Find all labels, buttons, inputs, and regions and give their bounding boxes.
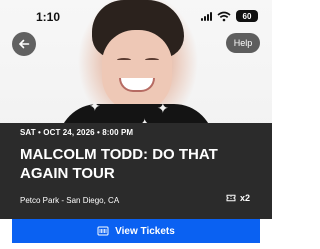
battery-level: 60	[242, 11, 252, 21]
ticket-count: x2	[239, 193, 250, 203]
view-tickets-button[interactable]: View Tickets	[12, 219, 260, 243]
event-card: SAT • OCT 24, 2026 • 8:00 PM MALCOLM TOD…	[0, 123, 272, 219]
status-time: 1:10	[36, 10, 61, 24]
battery-icon: 60	[236, 10, 258, 22]
signal-icon	[201, 11, 212, 21]
event-date: SAT • OCT 24, 2026 • 8:00 PM	[20, 128, 134, 137]
left-eye-shape	[117, 58, 131, 62]
star-icon: ✦	[157, 101, 169, 117]
back-button[interactable]	[12, 32, 36, 56]
star-icon: ✦	[89, 99, 101, 115]
right-eye-shape	[145, 58, 159, 62]
face-shape	[102, 30, 172, 112]
wifi-icon	[217, 11, 231, 21]
ticket-icon	[226, 194, 236, 202]
status-bar: 1:10 60	[0, 0, 272, 32]
status-icons: 60	[201, 10, 258, 22]
arrow-left-icon	[19, 39, 30, 49]
barcode-ticket-icon	[97, 226, 109, 236]
event-title: MALCOLM TODD: DO THAT AGAIN TOUR	[20, 146, 218, 182]
view-tickets-label: View Tickets	[115, 225, 175, 237]
event-venue: Petco Park - San Diego, CA	[20, 196, 120, 205]
ticket-count-badge: x2	[225, 192, 250, 204]
help-button[interactable]: Help	[226, 33, 260, 53]
help-label: Help	[233, 38, 253, 48]
